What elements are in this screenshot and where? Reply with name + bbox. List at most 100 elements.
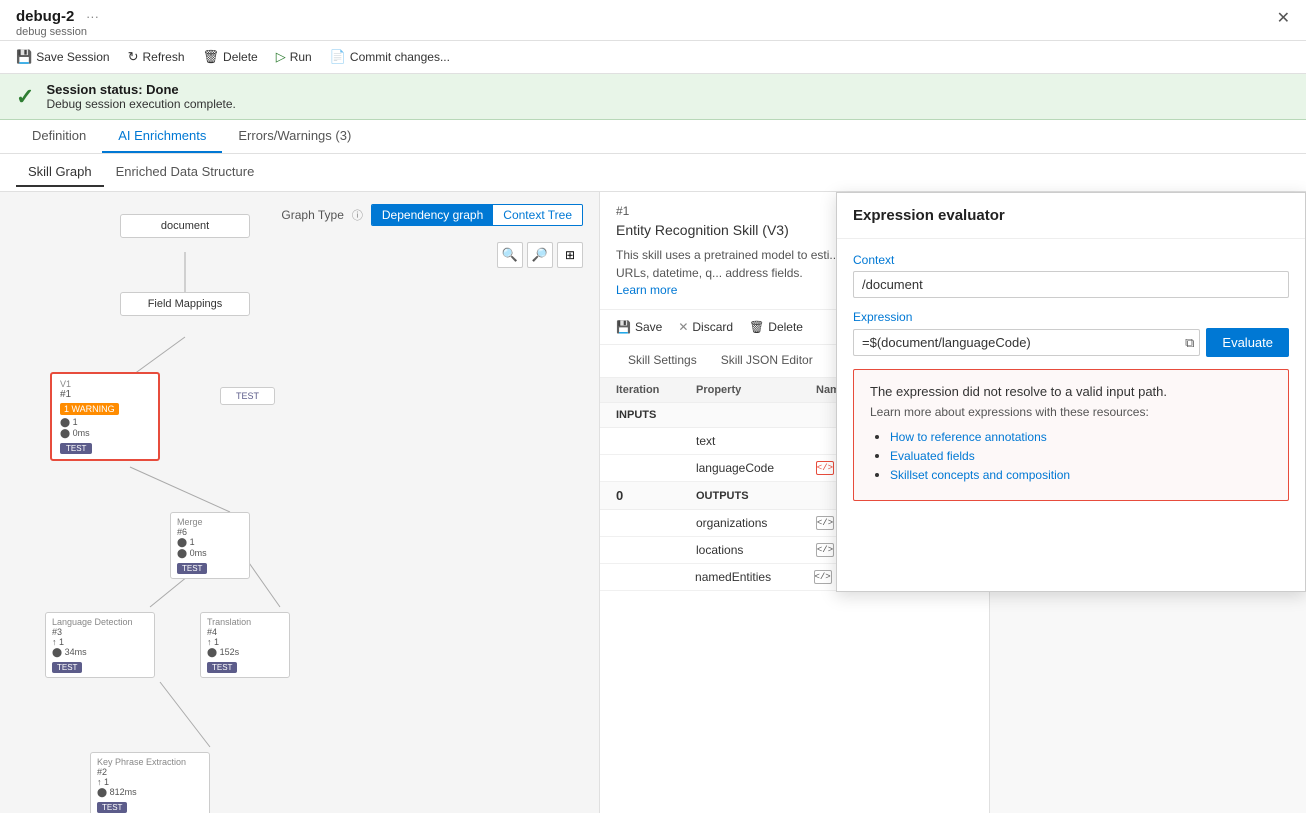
lang-number: #3 <box>52 627 148 637</box>
error-link-item: How to reference annotations <box>890 429 1272 444</box>
status-subtitle: Debug session execution complete. <box>46 97 235 111</box>
save-session-label: Save Session <box>36 50 109 64</box>
document-node-label: document <box>129 220 241 232</box>
translation-node[interactable]: Translation #4 ↑ 1 ⬤ 152s TEST <box>200 612 290 678</box>
save-session-button[interactable]: 💾 Save Session <box>8 45 118 69</box>
close-button[interactable]: ✕ <box>1277 8 1290 28</box>
field-mappings-label: Field Mappings <box>129 298 241 310</box>
refresh-button[interactable]: ↻ Refresh <box>120 45 193 69</box>
lang-label: Language Detection <box>52 617 148 627</box>
tab-definition[interactable]: Definition <box>16 120 102 153</box>
save-icon: 💾 <box>16 49 32 65</box>
skill-discard-icon: ✕ <box>678 320 688 334</box>
skill-graph-area: 🔍 🔎 ⊞ Graph Type ⓘ Dependency graph Cont… <box>0 192 600 813</box>
title-bar: debug-2 ··· debug session ✕ <box>0 0 1306 41</box>
info-icon: ⓘ <box>352 207 363 223</box>
translation-test-btn[interactable]: TEST <box>207 662 237 673</box>
evaluate-button[interactable]: Evaluate <box>1206 328 1289 357</box>
run-button[interactable]: ▷ Run <box>268 45 320 69</box>
expression-input-wrap: ⧉ <box>853 329 1200 356</box>
run-icon: ▷ <box>276 49 286 65</box>
expr-panel-body: Context Expression ⧉ Evaluate The expres… <box>837 239 1305 515</box>
toolbar: 💾 Save Session ↻ Refresh 🗑 Delete ▷ Run … <box>0 41 1306 74</box>
expression-error-box: The expression did not resolve to a vali… <box>853 369 1289 501</box>
col-header-property: Property <box>696 384 816 396</box>
col-property-languagecode: languageCode <box>696 461 816 475</box>
col-prop-named: namedEntities <box>695 570 814 584</box>
skill-node-stats1: ⬤ 1 <box>60 417 150 428</box>
graph-type-toggle: Dependency graph Context Tree <box>371 204 583 226</box>
skill-node-stats2: ⬤ 0ms <box>60 428 150 439</box>
delete-button[interactable]: 🗑 Delete <box>195 45 266 69</box>
outputs-label: OUTPUTS <box>696 490 749 502</box>
context-input[interactable] <box>853 271 1289 298</box>
skill-node-1[interactable]: V1 #1 1 WARNING ⬤ 1 ⬤ 0ms TEST <box>50 372 160 461</box>
expr-panel-title: Expression evaluator <box>853 207 1005 224</box>
dependency-graph-button[interactable]: Dependency graph <box>372 205 493 225</box>
merge-number: #6 <box>177 527 243 537</box>
test-output-node: TEST <box>220 387 275 405</box>
field-mappings-node[interactable]: Field Mappings <box>120 292 250 316</box>
zoom-out-button[interactable]: 🔎 <box>527 242 553 268</box>
orgs-code-icon: </> <box>816 516 834 530</box>
skill-discard-label: Discard <box>692 320 733 334</box>
col-header-iteration: Iteration <box>616 384 696 396</box>
commit-icon: 📄 <box>330 49 346 65</box>
skill-node-test-btn[interactable]: TEST <box>60 443 92 454</box>
title-subtitle: debug session <box>16 26 99 38</box>
error-link-item-2: Evaluated fields <box>890 448 1272 463</box>
graph-type-bar: Graph Type ⓘ Dependency graph Context Tr… <box>281 204 583 226</box>
context-tree-button[interactable]: Context Tree <box>493 205 582 225</box>
status-checkmark-icon: ✓ <box>16 84 34 110</box>
document-node[interactable]: document <box>120 214 250 238</box>
how-to-reference-link[interactable]: How to reference annotations <box>890 430 1047 444</box>
translation-number: #4 <box>207 627 283 637</box>
tab-errors-warnings[interactable]: Errors/Warnings (3) <box>222 120 367 153</box>
sub-tab-enriched-data[interactable]: Enriched Data Structure <box>104 158 267 187</box>
skill-discard-button[interactable]: ✕ Discard <box>678 316 733 338</box>
key-phrase-label: Key Phrase Extraction <box>97 757 203 767</box>
context-label: Context <box>853 253 1289 267</box>
error-subtitle: Learn more about expressions with these … <box>870 405 1272 419</box>
sub-tab-skill-graph[interactable]: Skill Graph <box>16 158 104 187</box>
key-phrase-stats1: ↑ 1 <box>97 777 203 787</box>
tab-skill-settings[interactable]: Skill Settings <box>616 345 709 377</box>
skill-save-button[interactable]: 💾 Save <box>616 316 662 338</box>
title-bar-left: debug-2 ··· debug session <box>16 8 99 38</box>
lang-detection-node[interactable]: Language Detection #3 ↑ 1 ⬤ 34ms TEST <box>45 612 155 678</box>
key-phrase-test-btn[interactable]: TEST <box>97 802 127 813</box>
tab-ai-enrichments[interactable]: AI Enrichments <box>102 120 222 153</box>
expression-evaluator-panel: Expression evaluator Context Expression … <box>836 192 1306 592</box>
title-ellipsis: ··· <box>86 9 99 24</box>
expression-input[interactable] <box>853 329 1200 356</box>
col-prop-orgs: organizations <box>696 516 816 530</box>
graph-toolbar: 🔍 🔎 ⊞ <box>497 242 583 268</box>
lang-test-btn[interactable]: TEST <box>52 662 82 673</box>
error-title: The expression did not resolve to a vali… <box>870 384 1272 399</box>
merge-test-btn[interactable]: TEST <box>177 563 207 574</box>
commit-changes-button[interactable]: 📄 Commit changes... <box>322 45 458 69</box>
fit-button[interactable]: ⊞ <box>557 242 583 268</box>
col-prop-locs: locations <box>696 543 816 557</box>
key-phrase-node[interactable]: Key Phrase Extraction #2 ↑ 1 ⬤ 812ms TES… <box>90 752 210 813</box>
evaluated-fields-link[interactable]: Evaluated fields <box>890 449 975 463</box>
key-phrase-stats2: ⬤ 812ms <box>97 787 203 798</box>
copy-expression-button[interactable]: ⧉ <box>1185 335 1194 351</box>
skill-delete-button[interactable]: 🗑 Delete <box>749 316 803 338</box>
graph-edges-svg <box>0 192 599 813</box>
status-text-block: Session status: Done Debug session execu… <box>46 82 235 111</box>
expression-row: ⧉ Evaluate <box>853 328 1289 357</box>
error-icon[interactable]: </> <box>816 461 834 475</box>
learn-more-link[interactable]: Learn more <box>616 283 677 297</box>
skill-delete-label: Delete <box>768 320 803 334</box>
merge-node[interactable]: Merge #6 ⬤ 1 ⬤ 0ms TEST <box>170 512 250 579</box>
sub-tab-nav: Skill Graph Enriched Data Structure <box>0 154 1306 192</box>
tab-skill-json-editor[interactable]: Skill JSON Editor <box>709 345 825 377</box>
main-tab-nav: Definition AI Enrichments Errors/Warning… <box>0 120 1306 154</box>
zoom-in-button[interactable]: 🔍 <box>497 242 523 268</box>
merge-stats2: ⬤ 0ms <box>177 548 243 559</box>
run-label: Run <box>290 50 312 64</box>
skillset-concepts-link[interactable]: Skillset concepts and composition <box>890 468 1070 482</box>
delete-label: Delete <box>223 50 258 64</box>
commit-changes-label: Commit changes... <box>350 50 450 64</box>
